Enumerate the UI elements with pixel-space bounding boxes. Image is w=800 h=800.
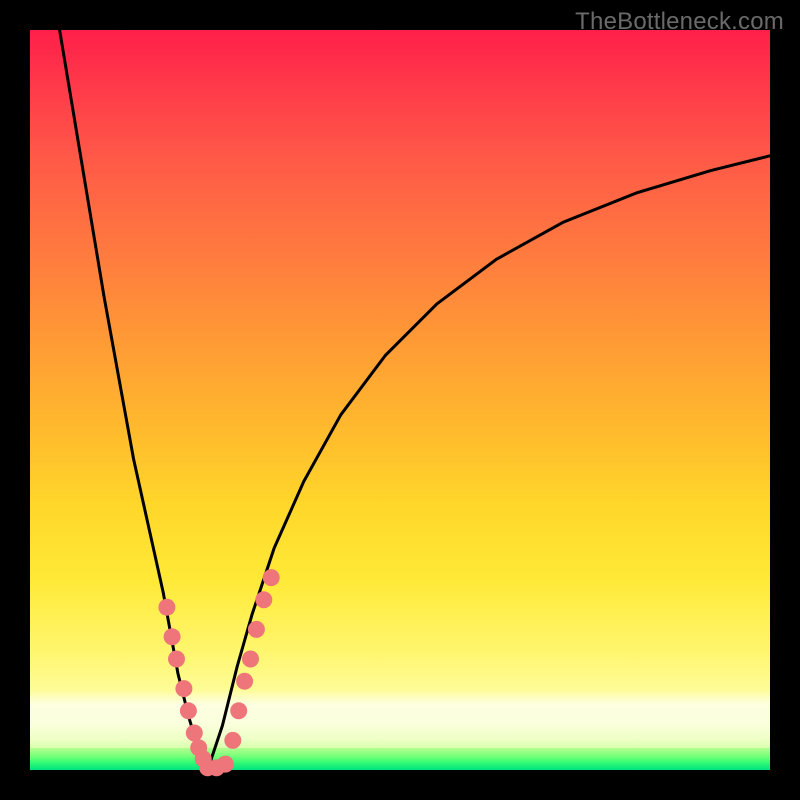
bead-marker [217, 756, 234, 773]
bead-marker [168, 651, 185, 668]
curves-svg [30, 30, 770, 770]
watermark-text: TheBottleneck.com [575, 8, 784, 36]
bead-marker [224, 732, 241, 749]
bead-marker [263, 569, 280, 586]
bead-marker [248, 621, 265, 638]
plot-area [30, 30, 770, 770]
left-branch-curve [60, 30, 208, 770]
bead-marker [255, 591, 272, 608]
right-branch-curve [208, 156, 770, 770]
bead-marker [230, 702, 247, 719]
bead-marker [236, 673, 253, 690]
bead-marker [164, 628, 181, 645]
bead-marker [158, 599, 175, 616]
bead-marker [242, 651, 259, 668]
bead-marker [180, 702, 197, 719]
bead-marker [175, 680, 192, 697]
outer-frame: TheBottleneck.com [0, 0, 800, 800]
bead-marker [186, 725, 203, 742]
